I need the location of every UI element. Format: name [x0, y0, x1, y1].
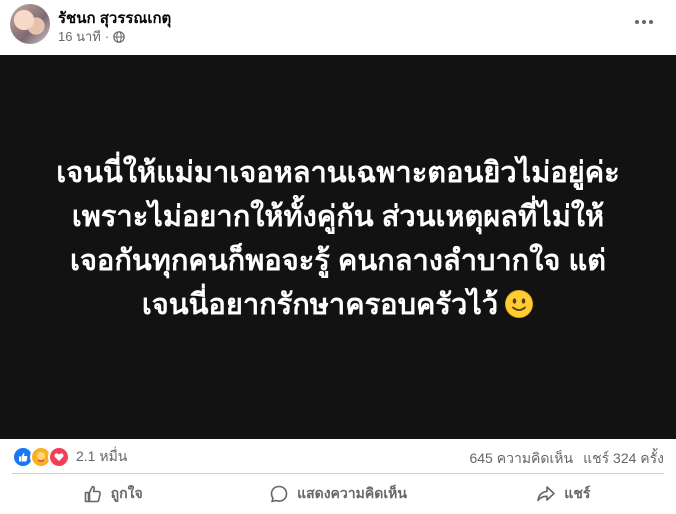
post-stats: 2.1 หมื่น 645 ความคิดเห็น แชร์ 324 ครั้ง: [0, 439, 676, 473]
like-button[interactable]: ถูกใจ: [0, 474, 225, 514]
engagement-counts: 645 ความคิดเห็น แชร์ 324 ครั้ง: [469, 448, 664, 470]
comment-label: แสดงความคิดเห็น: [297, 485, 407, 501]
share-count[interactable]: แชร์ 324 ครั้ง: [583, 448, 664, 470]
share-icon: [537, 486, 556, 502]
post-text: เจนนี่ให้แม่มาเจอหลานเฉพาะตอนยิวไม่อยู่ค…: [28, 151, 648, 327]
post-content: เจนนี่ให้แม่มาเจอหลานเฉพาะตอนยิวไม่อยู่ค…: [0, 55, 676, 439]
comment-count[interactable]: 645 ความคิดเห็น: [469, 448, 573, 470]
meta-separator: ·: [104, 29, 110, 44]
comment-icon: [270, 485, 288, 503]
thumbs-up-icon: [84, 485, 101, 503]
post-text-line: เจนนี่ให้แม่มาเจอหลานเฉพาะตอนยิวไม่อยู่ค…: [56, 157, 620, 189]
post-actions: ถูกใจ แสดงความคิดเห็น แชร์: [0, 474, 676, 514]
love-reaction-icon: [48, 446, 70, 468]
reaction-count[interactable]: 2.1 หมื่น: [76, 446, 127, 468]
author-avatar[interactable]: [10, 4, 50, 44]
share-label: แชร์: [564, 485, 591, 501]
like-label: ถูกใจ: [110, 485, 143, 501]
post-meta: 16 นาที ·: [58, 26, 125, 47]
reactions-summary[interactable]: 2.1 หมื่น: [12, 446, 127, 468]
post-header: รัชนก สุวรรณเกตุ 16 นาที ·: [0, 0, 676, 55]
post-text-line-last: เจนนี่อยากรักษาครอบครัวไว้: [28, 283, 648, 327]
post-timestamp[interactable]: 16 นาที: [58, 26, 101, 47]
post-text-line: เจนนี่อยากรักษาครอบครัวไว้: [141, 289, 499, 321]
share-button[interactable]: แชร์: [451, 474, 676, 514]
globe-icon[interactable]: [113, 30, 125, 43]
more-options-icon[interactable]: [630, 12, 658, 32]
comment-button[interactable]: แสดงความคิดเห็น: [225, 474, 450, 514]
post-text-line: เจอกันทุกคนก็พอจะรู้ คนกลางลำบากใจ แต่: [70, 245, 606, 277]
post-text-line: เพราะไม่อยากให้ทั้งคู่กัน ส่วนเหตุผลที่ไ…: [71, 201, 605, 233]
slightly-smiling-face-icon: [505, 290, 534, 318]
